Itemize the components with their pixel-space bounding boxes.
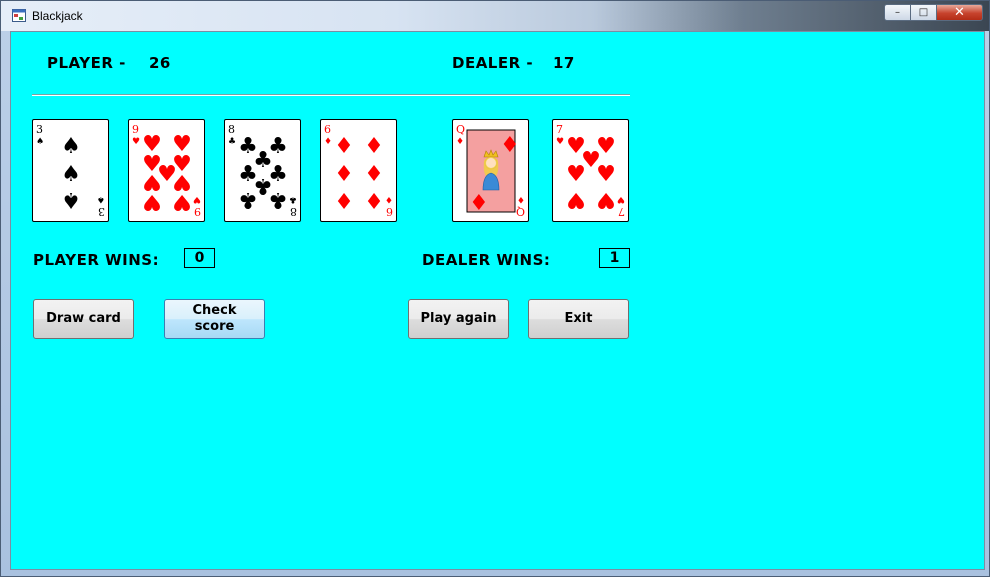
diamond-icon: ♦ (364, 162, 384, 187)
club-icon: ♣ (228, 137, 236, 147)
diamond-icon: ♦ (364, 134, 384, 159)
spades-card-face: 3♠3♠♠♠♠ (36, 123, 105, 218)
play-again-button[interactable]: Play again (408, 299, 509, 339)
spade-icon: ♠ (61, 187, 81, 212)
card-rank-bottom: 3 (98, 205, 105, 218)
dealer-card-2: 7 ♥ 7 ♥ ♥ ♥ ♥ ♥ ♥ ♥ ♥ (552, 119, 629, 222)
check-score-line1: Check (192, 303, 237, 318)
diamond-icon: ♦ (334, 187, 354, 212)
player-wins-label: PLAYER WINS: (33, 251, 160, 269)
heart-icon: ♥ (566, 162, 586, 187)
close-button[interactable]: ✕ (937, 4, 983, 21)
card-rank-top: 7 (556, 123, 563, 136)
check-score-line2: score (194, 319, 235, 334)
draw-card-button[interactable]: Draw card (33, 299, 134, 339)
divider-line (32, 94, 630, 96)
game-table: PLAYER - 26 DEALER - 17 3 ♠ 3 ♠ ♠ ♠ ♠ 9 ♥ 9 ♥ ♥ ♥ ♥ ♥… (10, 31, 985, 570)
dealer-card-1: Q ♦ Q ♦ ♦ ♦ (452, 119, 529, 222)
club-icon: ♣ (289, 194, 297, 204)
card-rank-top: Q (456, 123, 465, 136)
diamond-icon: ♦ (456, 137, 464, 147)
player-card-4: 6 ♦ 6 ♦ ♦ ♦ ♦ ♦ ♦ ♦ (320, 119, 397, 222)
diamond-icon: ♦ (334, 134, 354, 159)
card-rank-bottom: 8 (290, 205, 297, 218)
diamonds-card-face: Q♦Q♦♦♦ (456, 123, 525, 218)
check-score-button[interactable]: Check score (164, 299, 265, 339)
clubs-card-face: 8♣8♣♣ ♣♣♣ ♣♣♣ ♣ (228, 123, 297, 218)
diamond-icon: ♦ (517, 194, 525, 204)
card-rank-top: 6 (324, 123, 331, 136)
diamond-icon: ♦ (324, 137, 332, 147)
card-rank-top: 3 (36, 123, 43, 136)
queen-icon (482, 149, 500, 191)
hearts-card-face: 9♥9♥♥ ♥♥ ♥♥♥ ♥♥ ♥ (132, 123, 201, 218)
window-title: Blackjack (32, 9, 83, 23)
club-icon: ♣ (238, 187, 258, 212)
maximize-button[interactable]: □ (911, 4, 937, 21)
app-icon (12, 9, 26, 22)
card-rank-bottom: 6 (386, 205, 393, 218)
blackjack-window: Blackjack – □ ✕ PLAYER - 26 DEALER - 17 … (0, 0, 990, 577)
player-label: PLAYER - (47, 54, 126, 72)
diamond-icon: ♦ (364, 187, 384, 212)
diamonds-card-face: 6♦6♦♦ ♦♦ ♦♦ ♦ (324, 123, 393, 218)
card-rank-bottom: 9 (194, 205, 201, 218)
heart-icon: ♥ (566, 187, 586, 212)
spade-icon: ♠ (97, 194, 105, 204)
diamond-icon: ♦ (500, 133, 520, 158)
heart-icon: ♥ (556, 137, 564, 147)
diamond-icon: ♦ (334, 162, 354, 187)
card-rank-bottom: Q (516, 205, 525, 218)
dealer-wins-label: DEALER WINS: (422, 251, 551, 269)
dealer-score: 17 (553, 54, 575, 72)
spade-icon: ♠ (61, 134, 81, 159)
heart-icon: ♥ (172, 189, 192, 214)
player-card-2: 9 ♥ 9 ♥ ♥ ♥ ♥ ♥ ♥ ♥ ♥ ♥ ♥ (128, 119, 205, 222)
exit-button[interactable]: Exit (528, 299, 629, 339)
player-card-1: 3 ♠ 3 ♠ ♠ ♠ ♠ (32, 119, 109, 222)
diamond-icon: ♦ (469, 191, 489, 216)
dealer-wins-value: 1 (599, 248, 630, 268)
club-icon: ♣ (268, 187, 288, 212)
player-card-3: 8 ♣ 8 ♣ ♣ ♣ ♣ ♣ ♣ ♣ ♣ ♣ (224, 119, 301, 222)
heart-icon: ♥ (193, 194, 201, 204)
heart-icon: ♥ (142, 189, 162, 214)
card-rank-top: 8 (228, 123, 235, 136)
heart-icon: ♥ (596, 187, 616, 212)
hearts-card-face: 7♥7♥♥ ♥♥♥ ♥♥ ♥ (556, 123, 625, 218)
heart-icon: ♥ (132, 137, 140, 147)
card-rank-bottom: 7 (618, 205, 625, 218)
heart-icon: ♥ (596, 162, 616, 187)
diamond-icon: ♦ (385, 194, 393, 204)
player-wins-value: 0 (184, 248, 215, 268)
minimize-button[interactable]: – (884, 4, 911, 21)
title-bar[interactable]: Blackjack – □ ✕ (1, 1, 989, 31)
spade-icon: ♠ (61, 162, 81, 187)
spade-icon: ♠ (36, 137, 44, 147)
heart-icon: ♥ (617, 194, 625, 204)
card-rank-top: 9 (132, 123, 139, 136)
dealer-label: DEALER - (452, 54, 534, 72)
player-score: 26 (149, 54, 171, 72)
